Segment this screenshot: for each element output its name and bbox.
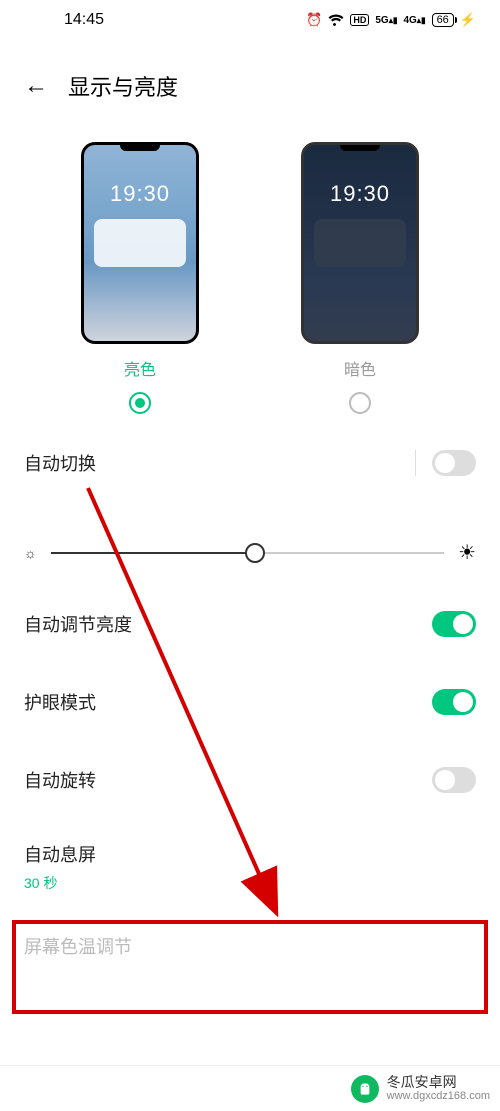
row-auto-screen-off[interactable]: 自动息屏 30 秒 xyxy=(0,819,500,915)
toggle-auto-brightness[interactable] xyxy=(432,611,476,637)
status-icons: ⏰ HD 5G▴▮ 4G▴▮ 66 ⚡ xyxy=(306,12,476,28)
row-auto-brightness[interactable]: 自动调节亮度 xyxy=(0,585,500,663)
brightness-slider[interactable] xyxy=(51,552,444,554)
theme-option-light[interactable]: 19:30 亮色 xyxy=(81,142,199,414)
toggle-auto-rotate[interactable] xyxy=(432,767,476,793)
toggle-auto-switch[interactable] xyxy=(432,450,476,476)
radio-light[interactable] xyxy=(129,392,151,414)
back-icon[interactable]: ← xyxy=(24,72,48,100)
auto-rotate-label: 自动旋转 xyxy=(24,767,96,793)
row-eye-comfort[interactable]: 护眼模式 xyxy=(0,663,500,741)
watermark-brand: 冬瓜安卓网 xyxy=(387,1074,490,1091)
light-label: 亮色 xyxy=(124,356,156,380)
brightness-slider-row: ☼ ☀ xyxy=(0,502,500,585)
sun-high-icon: ☀ xyxy=(458,540,476,565)
hd-icon: HD xyxy=(350,14,369,26)
slider-thumb[interactable] xyxy=(245,543,265,563)
dark-label: 暗色 xyxy=(344,356,376,380)
page-title: 显示与亮度 xyxy=(68,70,178,102)
charging-icon: ⚡ xyxy=(460,12,476,28)
annotation-highlight xyxy=(12,920,488,1014)
light-preview: 19:30 xyxy=(81,142,199,344)
signal-5g-icon: 5G▴▮ xyxy=(375,15,397,26)
theme-option-dark[interactable]: 19:30 暗色 xyxy=(301,142,419,414)
radio-dark[interactable] xyxy=(349,392,371,414)
status-time: 14:45 xyxy=(64,11,104,29)
theme-selector: 19:30 亮色 19:30 暗色 xyxy=(0,122,500,424)
row-auto-rotate[interactable]: 自动旋转 xyxy=(0,741,500,819)
status-bar: 14:45 ⏰ HD 5G▴▮ 4G▴▮ 66 ⚡ xyxy=(0,0,500,40)
auto-brightness-label: 自动调节亮度 xyxy=(24,611,132,637)
watermark-url: www.dgxcdz168.com xyxy=(387,1090,490,1103)
row-auto-switch[interactable]: 自动切换 xyxy=(0,424,500,502)
battery-icon: 66 xyxy=(432,13,454,27)
watermark-logo-icon xyxy=(351,1075,379,1103)
signal-4g-icon: 4G▴▮ xyxy=(403,15,425,26)
auto-switch-label: 自动切换 xyxy=(24,450,96,476)
dark-preview: 19:30 xyxy=(301,142,419,344)
page-header: ← 显示与亮度 xyxy=(0,40,500,122)
alarm-icon: ⏰ xyxy=(306,12,322,28)
sun-low-icon: ☼ xyxy=(24,545,37,561)
auto-screen-off-label: 自动息屏 xyxy=(24,841,96,867)
wifi-icon xyxy=(328,14,344,26)
toggle-eye-comfort[interactable] xyxy=(432,689,476,715)
auto-screen-off-value: 30 秒 xyxy=(24,873,57,893)
watermark-footer: 冬瓜安卓网 www.dgxcdz168.com xyxy=(0,1065,500,1111)
eye-comfort-label: 护眼模式 xyxy=(24,689,96,715)
